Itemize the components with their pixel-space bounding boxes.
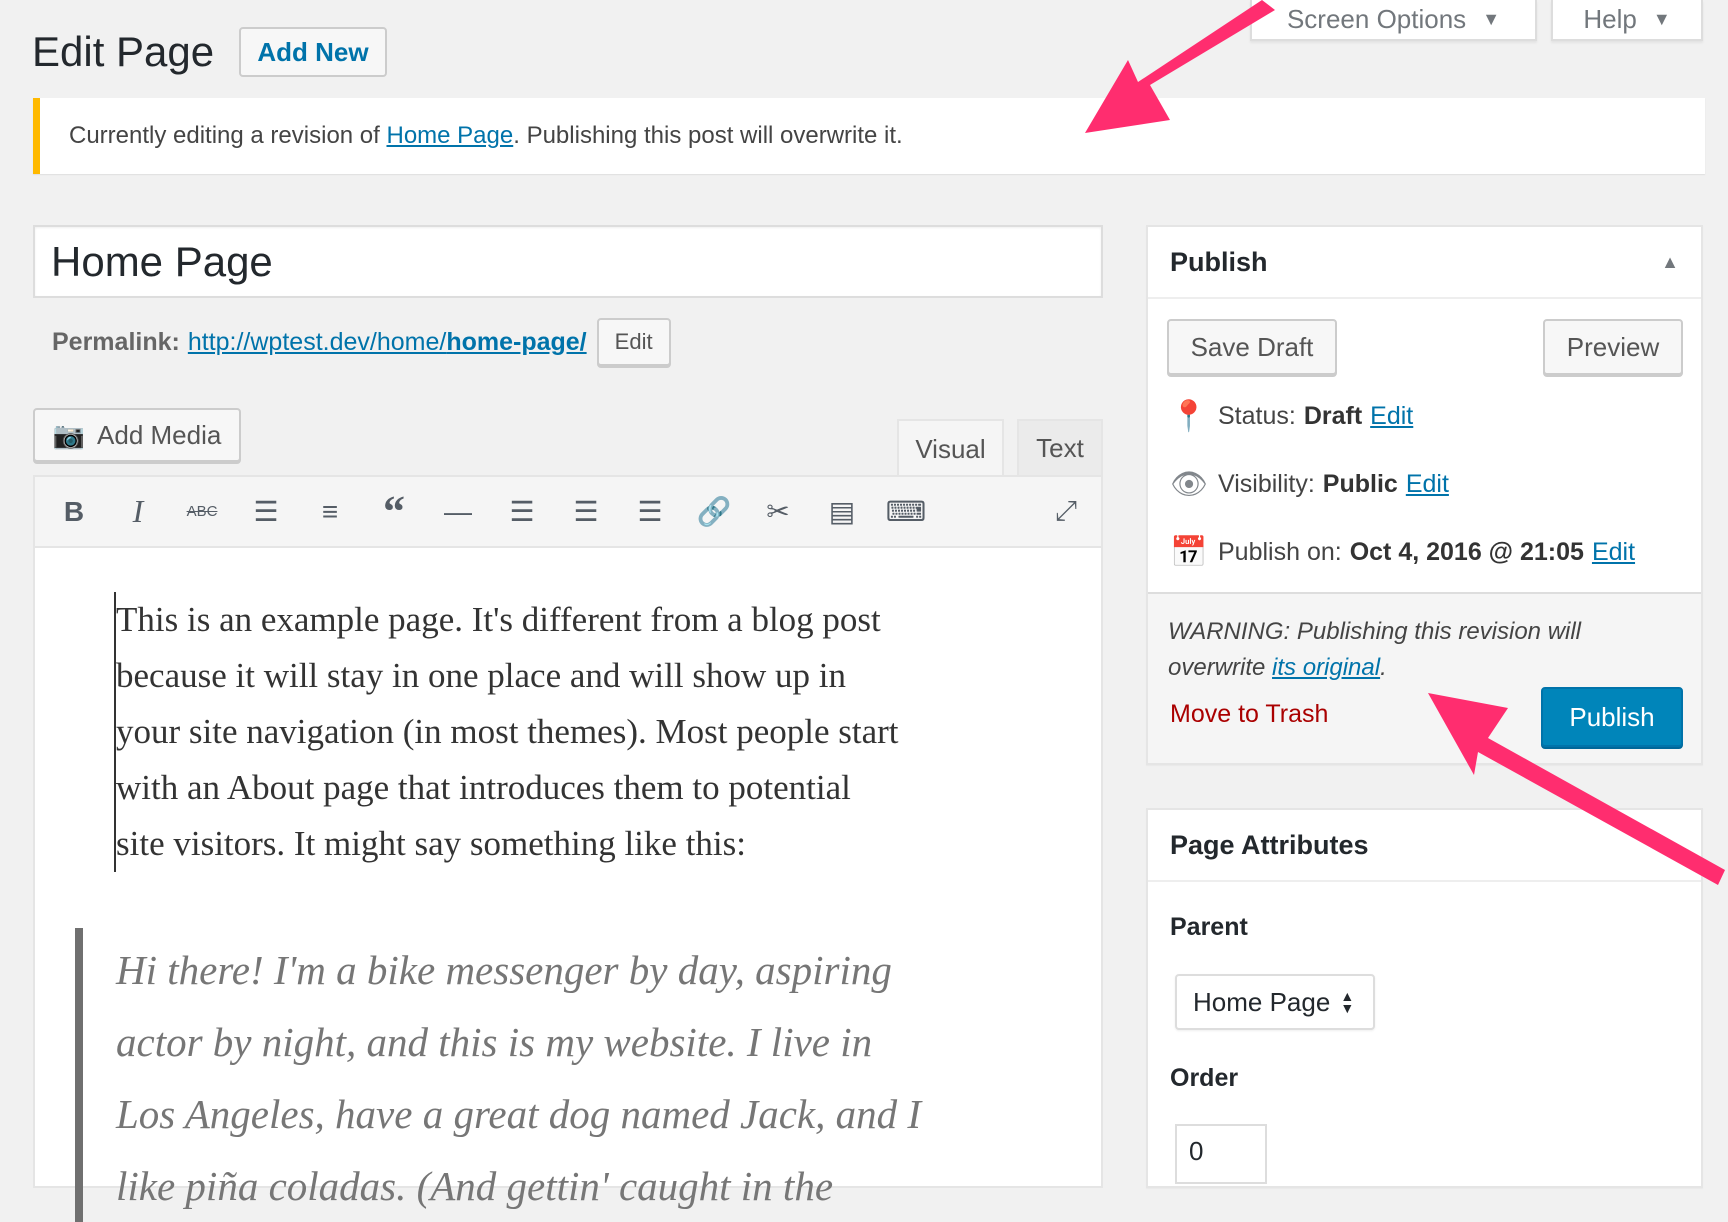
quote-line: actor by night, and this is my website. … [116,1019,873,1065]
align-right-icon[interactable]: ☰ [625,487,675,537]
revision-notice: Currently editing a revision of Home Pag… [33,98,1705,174]
publish-button[interactable]: Publish [1541,687,1683,747]
publish-box-title: Publish [1170,246,1268,277]
collapse-arrow-icon[interactable]: ▲ [1661,835,1679,856]
screen-options-tab[interactable]: Screen Options ▼ [1250,0,1537,41]
page-attributes-title: Page Attributes [1170,829,1369,860]
align-left-icon[interactable]: ☰ [497,487,547,537]
collapse-arrow-icon[interactable]: ▲ [1661,252,1679,273]
add-new-button[interactable]: Add New [239,27,387,77]
notice-prefix: Currently editing a revision of [69,122,387,149]
paragraph-line: with an About page that introduces them … [116,768,851,807]
its-original-link[interactable]: its original [1272,654,1380,681]
numbered-list-icon[interactable]: ≡ [305,487,355,537]
screen-options-label: Screen Options [1286,4,1467,34]
caret-down-icon: ▼ [1482,9,1501,29]
quote-line: Hi there! I'm a bike messenger by day, a… [116,947,892,993]
blockquote-icon[interactable]: “ [369,487,419,537]
visibility-value: Public [1322,470,1398,498]
editor-content[interactable]: This is an example page. It's different … [33,548,1103,1222]
fullscreen-icon[interactable]: ⤢ [1041,487,1091,537]
bold-icon[interactable]: B [49,487,99,537]
visibility-label: Visibility: [1218,470,1315,498]
status-label: Status: [1218,402,1296,430]
permalink-slug: home-page/ [446,327,587,356]
calendar-icon: 📅 [1170,536,1208,569]
parent-value: Home Page [1193,986,1331,1017]
move-to-trash-link[interactable]: Move to Trash [1170,700,1328,729]
permalink-link[interactable]: http://wptest.dev/home/home-page/ [188,328,587,357]
paragraph-line: your site navigation (in most themes). M… [116,712,899,751]
save-draft-button[interactable]: Save Draft [1167,319,1337,375]
tab-visual[interactable]: Visual [897,419,1004,477]
eye-icon: 👁 [1170,468,1209,501]
page-title: Edit Page [32,28,215,75]
visibility-edit-link[interactable]: Edit [1406,470,1449,499]
revision-warning: WARNING: Publishing this revision will o… [1168,614,1648,686]
strikethrough-icon[interactable]: ABC [177,487,227,537]
italic-icon[interactable]: I [113,487,163,537]
paragraph-line: This is an example page. It's different … [116,600,881,639]
permalink-base: http://wptest.dev/home/ [187,327,447,356]
status-value: Draft [1303,402,1363,430]
read-more-icon[interactable]: ▤ [817,487,867,537]
quote-line: Los Angeles, have a great dog named Jack… [116,1091,922,1137]
select-arrows-icon: ▲ ▼ [1340,988,1355,1016]
permalink-row: Permalink: http://wptest.dev/home/home-p… [52,318,671,366]
media-icon: 📷 [52,419,86,450]
caret-down-icon: ▼ [1652,9,1671,29]
page-attributes-header[interactable]: Page Attributes ▲ [1148,810,1701,882]
page-attributes-box: Page Attributes ▲ Parent Home Page ▲ ▼ Orde… [1146,808,1703,1188]
paragraph-line: because it will stay in one place and wi… [116,656,846,695]
publish-on-edit-link[interactable]: Edit [1592,538,1635,567]
major-publishing-actions: WARNING: Publishing this revision will o… [1148,592,1701,763]
notice-home-page-link[interactable]: Home Page [386,122,513,150]
permalink-label: Permalink: [52,327,180,356]
blockquote: Hi there! I'm a bike messenger by day, a… [75,928,921,1222]
status-edit-link[interactable]: Edit [1370,402,1413,431]
align-center-icon[interactable]: ☰ [561,487,611,537]
add-media-label: Add Media [97,419,222,450]
toolbar-toggle-icon[interactable]: ⌨ [881,487,931,537]
add-media-button[interactable]: 📷 Add Media [33,408,241,462]
remove-link-icon[interactable]: ✂ [753,487,803,537]
horizontal-line-icon[interactable]: — [433,487,483,537]
publish-box-header[interactable]: Publish ▲ [1148,227,1701,299]
preview-button[interactable]: Preview [1543,319,1683,375]
order-label: Order [1170,1064,1239,1092]
parent-select[interactable]: Home Page ▲ ▼ [1175,974,1375,1030]
permalink-edit-button[interactable]: Edit [596,318,671,366]
pin-icon: 📍 [1170,400,1208,433]
title-input[interactable]: Home Page [33,225,1103,298]
publish-on-label: Publish on: [1218,538,1342,566]
help-label: Help [1583,4,1637,34]
insert-link-icon[interactable]: 🔗 [689,487,739,537]
warning-end: . [1380,654,1387,681]
bulleted-list-icon[interactable]: ☰ [241,487,291,537]
paragraph: This is an example page. It's different … [114,592,899,872]
tab-text[interactable]: Text [1017,419,1103,475]
publish-box: Publish ▲ Save Draft Preview 📍 Status: Draf… [1146,225,1703,765]
paragraph-line: site visitors. It might say something li… [116,824,746,863]
publish-on-value: Oct 4, 2016 @ 21:05 [1349,538,1584,566]
parent-label: Parent [1170,913,1248,941]
editor-toolbar: B I ABC ☰ ≡ “ — ☰ ☰ ☰ 🔗 ✂ ▤ ⌨ ⤢ [33,475,1103,548]
quote-line: like piña coladas. (And gettin' caught i… [116,1163,834,1209]
order-input[interactable]: 0 [1175,1124,1267,1184]
help-tab[interactable]: Help ▼ [1551,0,1703,41]
notice-suffix: . Publishing this post will overwrite it… [513,122,903,149]
